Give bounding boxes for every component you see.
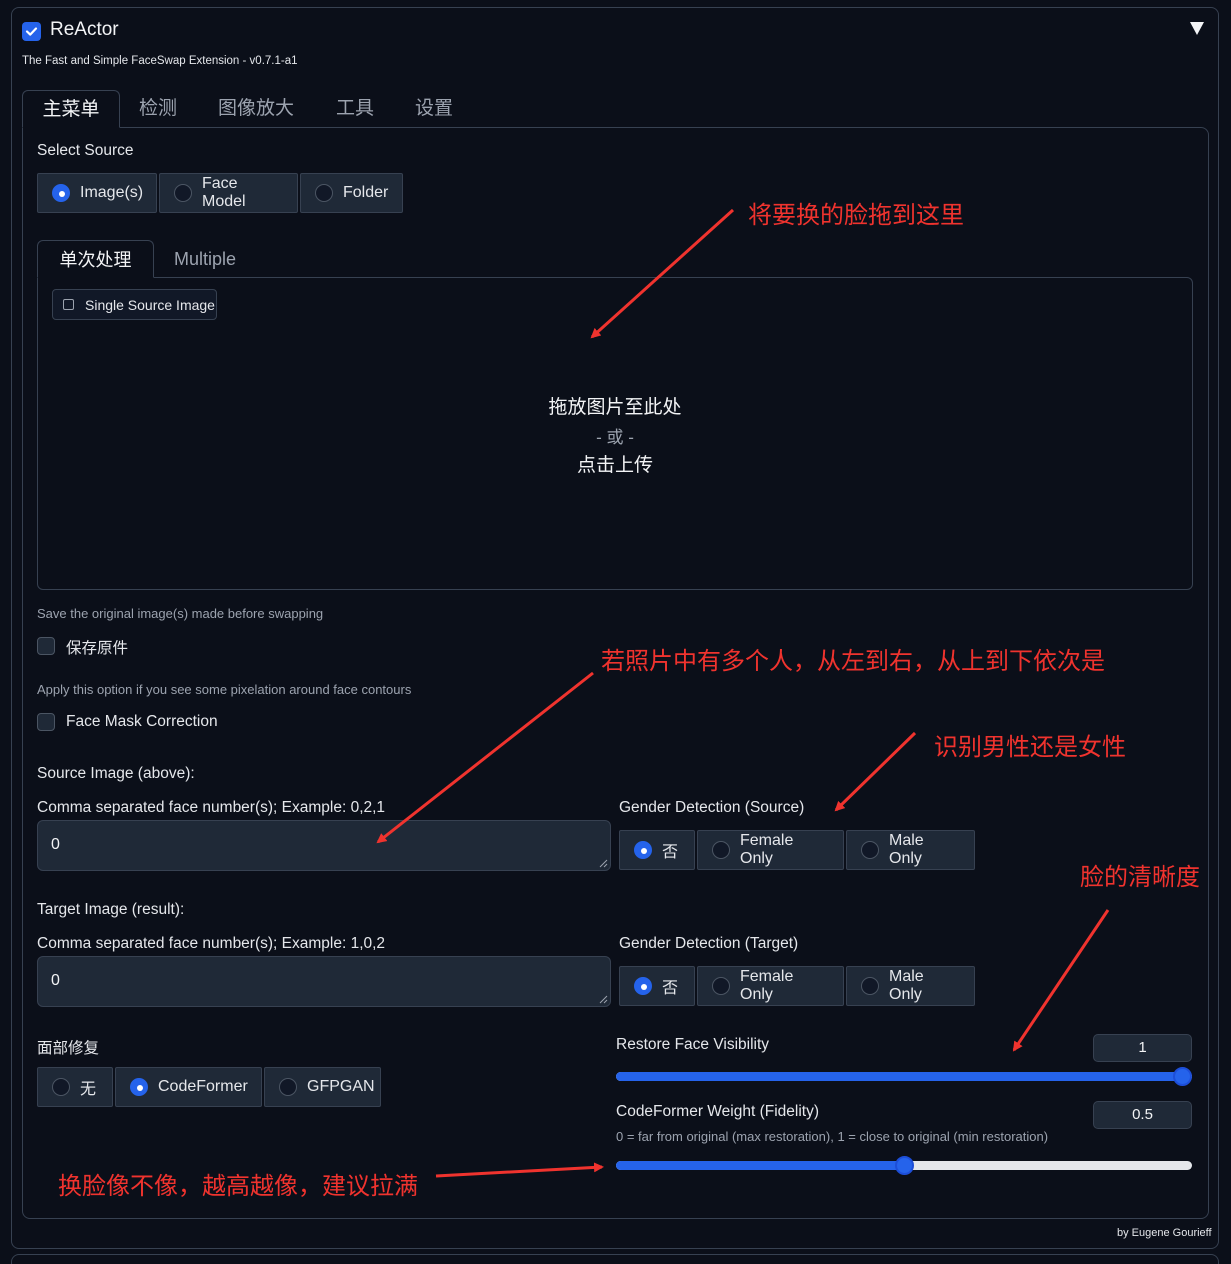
tab-single[interactable]: 单次处理 (37, 240, 154, 278)
arrow-to-upload (590, 208, 735, 339)
arrow-to-gender (834, 731, 917, 812)
arrow-to-fidelity (435, 1162, 604, 1178)
annotation-arrows (376, 208, 1110, 1178)
arrow-to-visibility (1012, 909, 1110, 1052)
arrow-to-face-number (376, 671, 594, 844)
tab-main-menu[interactable]: 主菜单 (22, 90, 120, 128)
